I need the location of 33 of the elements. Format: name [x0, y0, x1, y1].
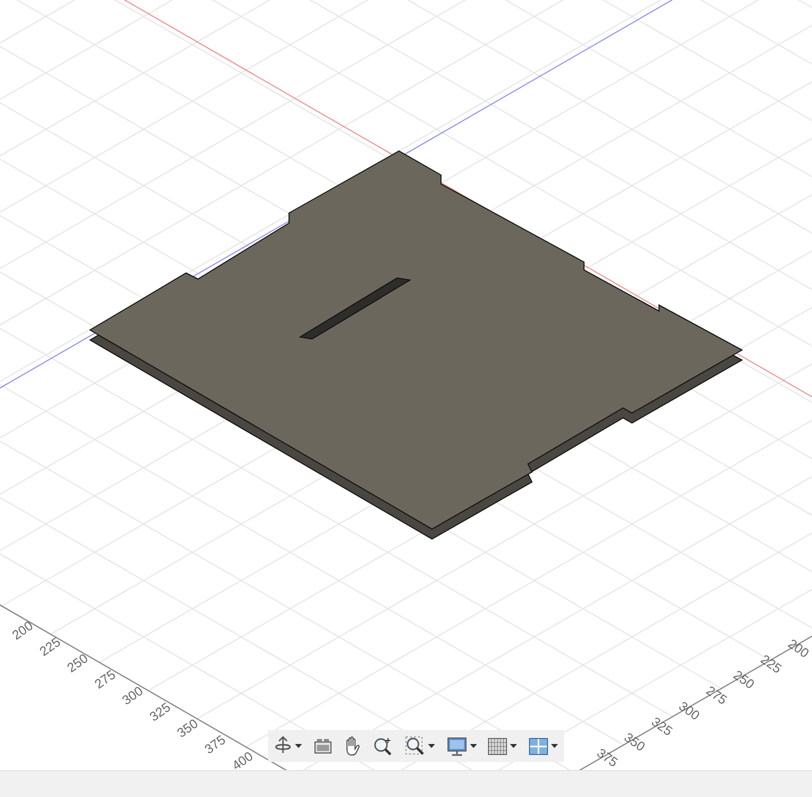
ruler-label: 350	[622, 730, 648, 754]
ruler-label: 375	[202, 732, 228, 757]
ruler-label: 325	[146, 699, 174, 724]
grid-icon	[488, 738, 508, 754]
ruler-label: 275	[92, 666, 118, 692]
ruler-label: 200	[785, 636, 812, 661]
caret-icon	[510, 744, 518, 748]
display-settings-button[interactable]	[444, 734, 479, 758]
ruler-label: 225	[758, 652, 784, 676]
ruler-label: 400	[229, 748, 256, 770]
zoom-in-icon	[373, 736, 394, 756]
zoom-window-icon	[404, 736, 425, 756]
ruler-label: 325	[648, 714, 676, 739]
ruler-label: 300	[676, 698, 703, 724]
ruler-label: 250	[64, 650, 91, 676]
ruler-label: 225	[36, 634, 64, 659]
ruler-label: 200	[9, 618, 36, 643]
caret-icon	[550, 744, 558, 748]
ruler-label: 300	[119, 683, 146, 708]
look-at-button[interactable]	[312, 736, 334, 756]
grid-button[interactable]	[486, 736, 520, 756]
monitor-icon	[446, 736, 467, 756]
caret-icon	[428, 744, 435, 748]
caret-icon	[470, 744, 477, 748]
ruler-label: 275	[704, 682, 730, 708]
orbit-icon	[274, 736, 292, 756]
caret-icon	[295, 744, 302, 748]
ruler-label: 375	[594, 745, 621, 770]
folder-icon	[314, 738, 332, 754]
viewports-button[interactable]	[526, 736, 560, 756]
ruler-label: 250	[730, 667, 758, 692]
ruler-label: 350	[174, 716, 201, 740]
split-view-icon	[528, 738, 548, 754]
